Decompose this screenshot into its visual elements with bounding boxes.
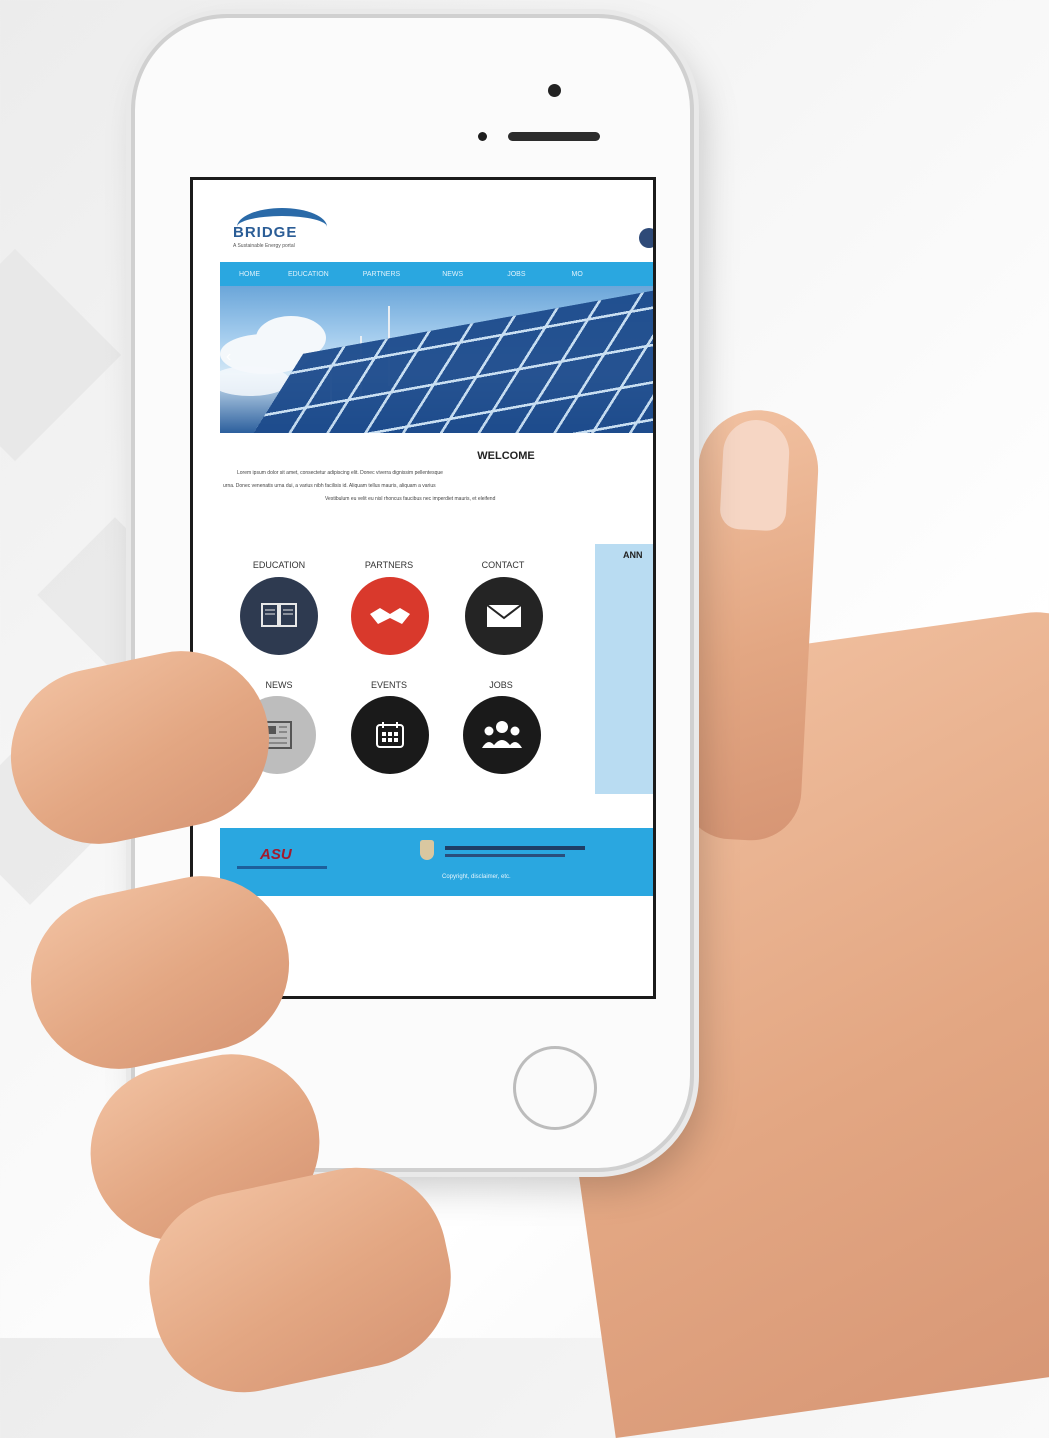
thumb-nail <box>719 418 791 532</box>
announcement-marker <box>653 610 656 611</box>
earpiece-speaker <box>508 132 600 141</box>
home-button[interactable] <box>513 1046 597 1130</box>
people-icon <box>482 721 522 748</box>
handshake-icon <box>370 608 410 624</box>
welcome-title: WELCOME <box>477 450 535 462</box>
asu-logo[interactable]: ASU <box>260 846 292 863</box>
front-camera <box>548 84 561 97</box>
book-icon <box>261 603 297 627</box>
background-shape <box>0 248 122 462</box>
nav-education[interactable]: EDUCATION <box>288 271 329 278</box>
events-button[interactable] <box>351 696 429 774</box>
nav-news[interactable]: NEWS <box>442 271 463 278</box>
university-name <box>445 846 585 850</box>
university-name-line <box>445 854 565 857</box>
welcome-text: Vestibulum eu velit eu nisl rhoncus fauc… <box>325 496 496 502</box>
calendar-icon <box>376 722 404 748</box>
announcements-title: ANN <box>623 550 643 560</box>
envelope-icon <box>486 604 522 627</box>
education-label: EDUCATION <box>252 560 306 570</box>
nav-home[interactable]: HOME <box>239 271 260 278</box>
announcement-marker <box>653 756 656 757</box>
jobs-label: JOBS <box>489 680 513 690</box>
contact-label: CONTACT <box>481 560 525 570</box>
jobs-button[interactable] <box>463 696 541 774</box>
nav-jobs[interactable]: JOBS <box>507 271 525 278</box>
welcome-text: urna. Donec venenatis urna dui, a varius… <box>223 483 436 489</box>
social-icon[interactable] <box>639 228 653 248</box>
site-footer: ASU Copyright, disclaimer, etc. <box>220 828 653 896</box>
hero-banner: ‹ <box>220 286 653 433</box>
announcement-marker <box>653 682 656 683</box>
nav-more[interactable]: MO <box>572 271 583 278</box>
phone-screen: BRIDGE A Sustainable Energy portal HOME … <box>190 177 656 999</box>
education-button[interactable] <box>240 577 318 655</box>
welcome-text: Lorem ipsum dolor sit amet, consectetur … <box>237 470 443 476</box>
bridge-logo[interactable]: BRIDGE A Sustainable Energy portal <box>229 208 329 258</box>
main-nav: HOME EDUCATION PARTNERS NEWS JOBS MO <box>220 262 653 286</box>
copyright-text: Copyright, disclaimer, etc. <box>442 874 511 880</box>
events-label: EVENTS <box>370 680 407 690</box>
announcements-panel: ANN <box>595 544 656 794</box>
proximity-sensor <box>478 132 487 141</box>
chevron-left-icon[interactable]: ‹ <box>226 348 231 366</box>
nav-partners[interactable]: PARTNERS <box>363 271 400 278</box>
asu-logo-subtitle <box>237 866 327 869</box>
partners-label: PARTNERS <box>364 560 414 570</box>
university-crest-icon[interactable] <box>420 840 434 860</box>
logo-subtitle: A Sustainable Energy portal <box>233 243 295 249</box>
partners-button[interactable] <box>351 577 429 655</box>
logo-text: BRIDGE <box>233 224 298 241</box>
contact-button[interactable] <box>465 577 543 655</box>
